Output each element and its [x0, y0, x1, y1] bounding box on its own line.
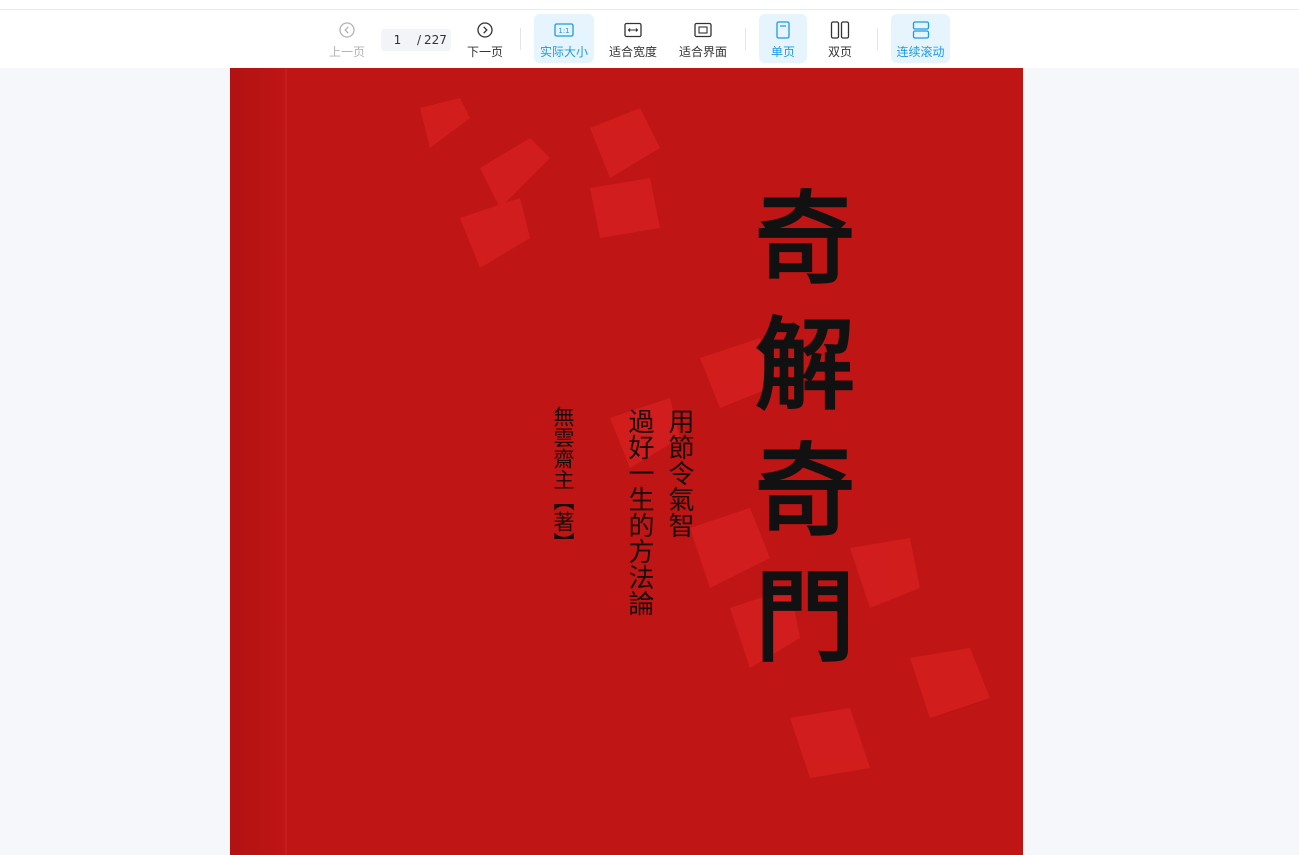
fit-width-button[interactable]: 适合宽度 [604, 14, 662, 63]
title-char: 奇 [755, 432, 855, 550]
toolbar-divider [520, 28, 521, 50]
current-page-input[interactable]: 1 [381, 33, 414, 47]
document-page: 奇 解 奇 門 用節令氣智 過好一生的方法論 無雲齋主【著】 [230, 68, 1023, 855]
prev-page-label: 上一页 [328, 44, 365, 59]
chevron-left-circle-icon [337, 20, 357, 40]
total-pages: 227 [424, 33, 447, 47]
title-char: 解 [755, 306, 855, 424]
viewer-toolbar: 上一页 1 / 227 下一页 1:1 实际大小 适合宽度 适合界面 单页 双页… [0, 10, 1299, 68]
fit-page-label: 适合界面 [678, 44, 727, 59]
chevron-right-circle-icon [475, 20, 495, 40]
fit-page-button[interactable]: 适合界面 [674, 14, 732, 63]
single-page-icon [773, 20, 793, 40]
continuous-scroll-button[interactable]: 连续滚动 [891, 14, 950, 63]
actual-size-icon: 1:1 [554, 20, 574, 40]
title-char: 門 [755, 558, 855, 676]
faint-watermark-strokes [420, 98, 990, 778]
toolbar-divider [877, 28, 878, 50]
next-page-label: 下一页 [466, 44, 503, 59]
window-top-strip [0, 0, 1299, 10]
single-page-label: 单页 [770, 44, 795, 59]
double-page-label: 双页 [827, 44, 852, 59]
single-page-button[interactable]: 单页 [759, 14, 807, 63]
continuous-scroll-label: 连续滚动 [896, 44, 945, 59]
prev-page-button[interactable]: 上一页 [326, 14, 368, 63]
title-char: 奇 [755, 180, 855, 298]
fit-width-icon [623, 20, 643, 40]
actual-size-icon-text: 1:1 [558, 27, 569, 35]
actual-size-button[interactable]: 1:1 实际大小 [534, 14, 594, 63]
fit-page-icon [693, 20, 713, 40]
subtitle-line-1: 用節令氣智 [664, 408, 694, 538]
page-indicator: 1 / 227 [381, 29, 451, 51]
actual-size-label: 实际大小 [539, 44, 588, 59]
book-title: 奇 解 奇 門 [750, 176, 860, 680]
double-page-button[interactable]: 双页 [817, 14, 863, 63]
toolbar-divider [745, 28, 746, 50]
next-page-button[interactable]: 下一页 [463, 14, 507, 63]
fit-width-label: 适合宽度 [608, 44, 657, 59]
author-line: 無雲齋主【著】 [551, 406, 575, 553]
subtitle-line-2: 過好一生的方法論 [624, 408, 654, 616]
double-page-icon [830, 20, 850, 40]
continuous-scroll-icon [911, 20, 931, 40]
page-separator: / [416, 33, 422, 47]
